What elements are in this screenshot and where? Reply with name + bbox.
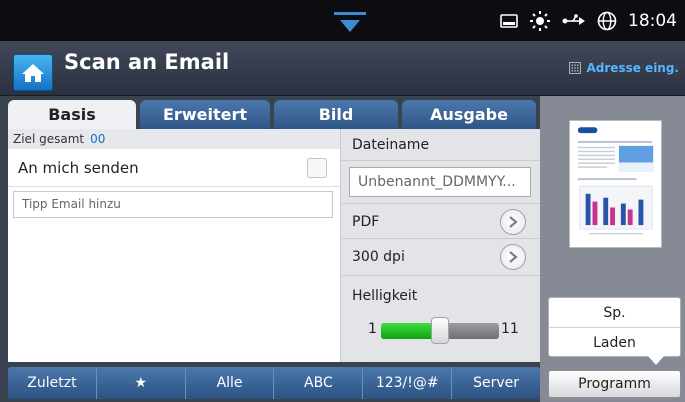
filter-recent[interactable]: Zuletzt	[8, 367, 97, 399]
tab-bild[interactable]: Bild	[274, 100, 398, 129]
program-button[interactable]: Programm	[548, 370, 681, 398]
program-load-option[interactable]: Laden	[549, 328, 680, 358]
brightness-max-label: 11	[501, 321, 519, 337]
program-popup-menu: Sp. Laden	[548, 297, 681, 357]
brightness-slider-handle[interactable]	[431, 317, 449, 344]
globe-icon	[597, 11, 617, 31]
resolution-row[interactable]: 300 dpi	[341, 239, 540, 276]
recipient-total-count: 00	[90, 132, 106, 146]
filename-label: Dateiname	[341, 129, 540, 161]
recipients-panel: Ziel gesamt 00 An mich senden Tipp Email …	[8, 129, 340, 362]
email-input[interactable]: Tipp Email hinzu	[13, 191, 333, 218]
filter-abc[interactable]: ABC	[274, 367, 364, 399]
program-save-option[interactable]: Sp.	[549, 298, 680, 328]
filter-numeric[interactable]: 123/!@#	[363, 367, 453, 399]
tab-ausgabe[interactable]: Ausgabe	[402, 100, 536, 129]
filter-all[interactable]: Alle	[186, 367, 275, 399]
tab-basis[interactable]: Basis	[8, 100, 136, 129]
send-to-me-row[interactable]: An mich senden	[8, 149, 340, 187]
resolution-arrow-button[interactable]	[500, 244, 526, 270]
popup-pointer	[648, 356, 664, 365]
chevron-right-icon	[509, 251, 518, 263]
tab-erweitert[interactable]: Erweitert	[140, 100, 270, 129]
scan-settings-panel: Dateiname Unbenannt_DDMMYY... PDF 300 dp…	[340, 129, 540, 362]
file-format-arrow-button[interactable]	[500, 209, 526, 235]
filter-favorites[interactable]: ★	[97, 367, 186, 399]
filter-server[interactable]: Server	[452, 367, 540, 399]
home-button[interactable]	[13, 54, 53, 91]
title-bar: Scan an Email Adresse eing.	[0, 41, 685, 96]
pull-down-tab-icon[interactable]	[334, 12, 366, 34]
send-to-me-label: An mich senden	[18, 159, 139, 177]
storage-icon	[500, 14, 518, 28]
chevron-right-icon	[509, 216, 518, 228]
recipient-total-row: Ziel gesamt 00	[8, 129, 340, 149]
clock: 18:04	[628, 11, 677, 31]
network-icon	[562, 14, 585, 25]
file-format-value: PDF	[352, 214, 380, 230]
page-title: Scan an Email	[64, 50, 230, 74]
brightness-min-label: 1	[368, 321, 377, 337]
home-icon	[22, 63, 44, 82]
send-to-me-checkbox[interactable]	[307, 158, 327, 178]
status-bar: 18:04	[0, 0, 685, 41]
document-preview-thumbnail[interactable]	[569, 120, 662, 248]
address-entry-button[interactable]: Adresse eing.	[568, 61, 679, 75]
filename-field[interactable]: Unbenannt_DDMMYY...	[349, 167, 531, 197]
tab-bar: Basis Erweitert Bild Ausgabe	[8, 100, 540, 129]
resolution-value: 300 dpi	[352, 249, 405, 265]
address-entry-label: Adresse eing.	[586, 61, 679, 75]
sun-icon	[530, 11, 550, 31]
address-book-filter-bar: Zuletzt ★ Alle ABC 123/!@# Server	[8, 367, 540, 399]
file-format-row[interactable]: PDF	[341, 203, 540, 239]
brightness-label: Helligkeit	[352, 288, 418, 304]
keypad-icon	[568, 62, 581, 74]
recipient-total-label: Ziel gesamt	[13, 132, 85, 146]
